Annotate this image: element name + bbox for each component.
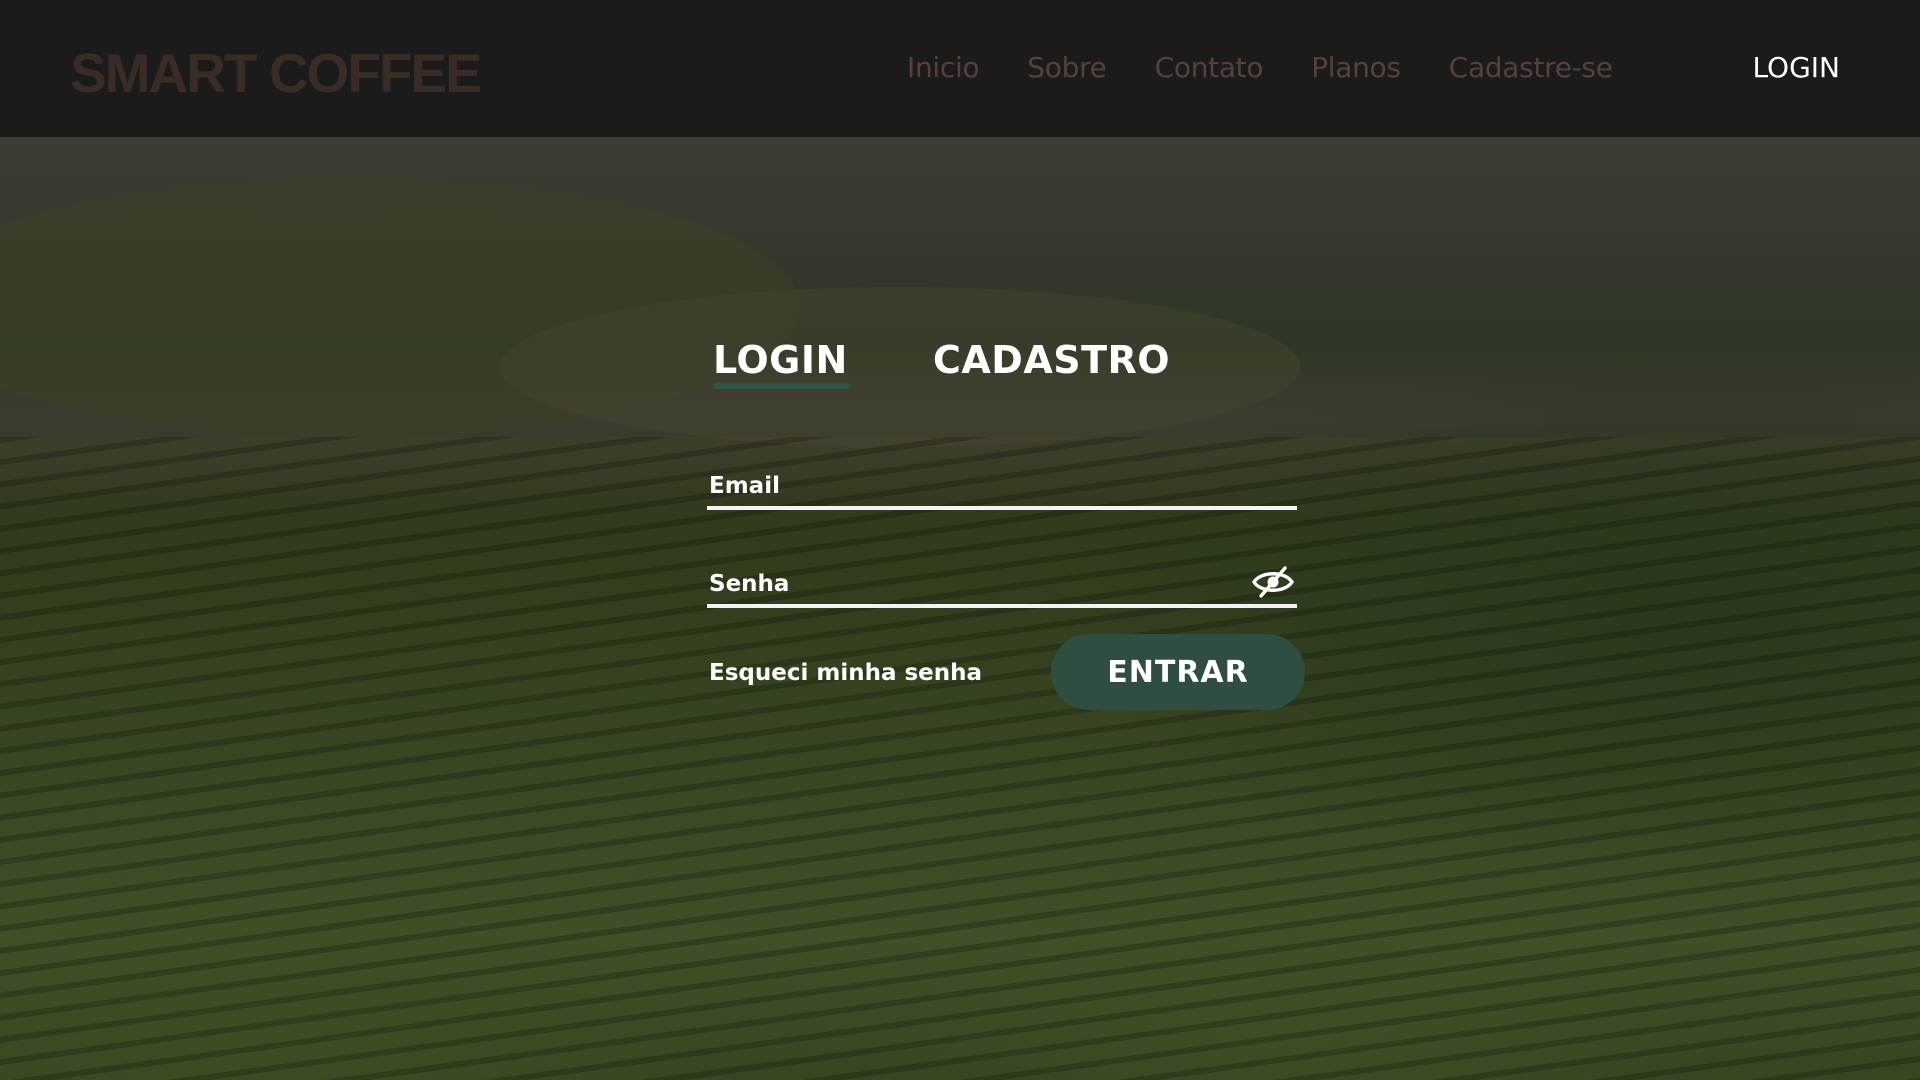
auth-tabs: LOGIN CADASTRO xyxy=(713,335,1273,395)
email-input[interactable] xyxy=(707,466,1249,506)
forgot-password-link[interactable]: Esqueci minha senha xyxy=(709,656,982,690)
tab-cadastro[interactable]: CADASTRO xyxy=(933,335,1170,385)
nav-link-sobre[interactable]: Sobre xyxy=(1027,48,1107,88)
password-input[interactable] xyxy=(707,564,1249,604)
submit-login-button[interactable]: ENTRAR xyxy=(1051,634,1305,710)
eye-slash-icon[interactable] xyxy=(1251,564,1295,600)
nav-link-cadastre-se[interactable]: Cadastre-se xyxy=(1449,48,1613,88)
nav-login-link[interactable]: LOGIN xyxy=(1752,48,1840,88)
tab-login[interactable]: LOGIN xyxy=(713,335,848,385)
dark-overlay xyxy=(0,137,1920,1080)
main-nav: Inicio Sobre Contato Planos Cadastre-se xyxy=(907,48,1661,88)
email-field-wrapper xyxy=(707,466,1297,510)
active-tab-indicator xyxy=(713,383,850,389)
top-navbar: SMART COFFEE Inicio Sobre Contato Planos… xyxy=(0,0,1920,137)
brand-logo[interactable]: SMART COFFEE xyxy=(70,38,482,108)
nav-link-contato[interactable]: Contato xyxy=(1155,48,1264,88)
hero-background xyxy=(0,137,1920,1080)
nav-link-inicio[interactable]: Inicio xyxy=(907,48,980,88)
password-field-wrapper xyxy=(707,564,1297,608)
nav-link-planos[interactable]: Planos xyxy=(1311,48,1401,88)
